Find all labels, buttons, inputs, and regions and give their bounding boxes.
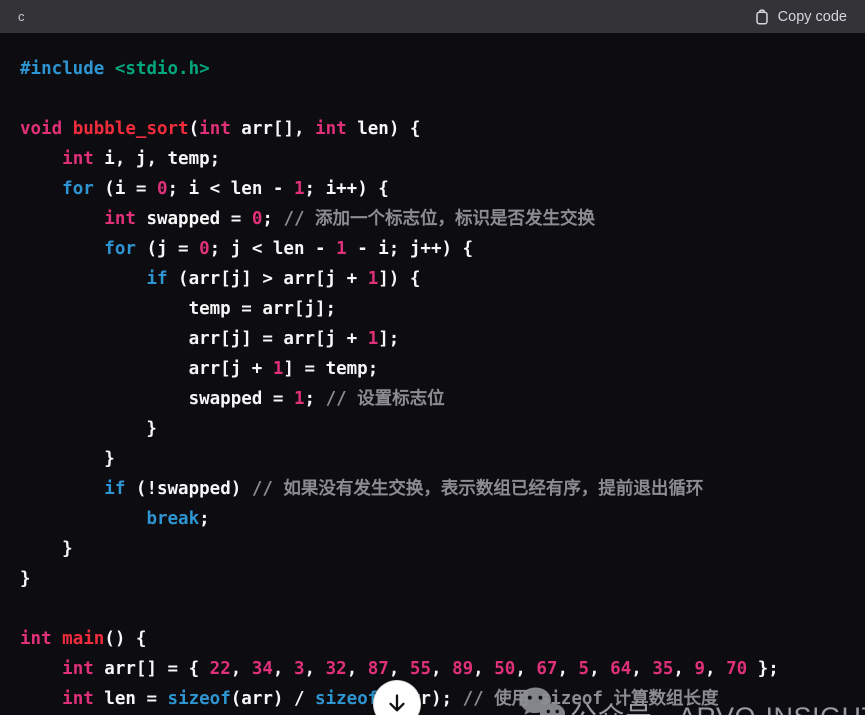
code-line: arr[j + 1] = temp; bbox=[20, 354, 845, 384]
copy-code-button[interactable]: Copy code bbox=[754, 8, 847, 25]
code-line: for (j = 0; j < len - 1 - i; j++) { bbox=[20, 234, 845, 264]
clipboard-icon bbox=[754, 8, 770, 25]
code-line: arr[j] = arr[j + 1]; bbox=[20, 324, 845, 354]
copy-code-label: Copy code bbox=[778, 9, 847, 25]
code-line: int len = sizeof(arr) / sizeof(*arr); //… bbox=[20, 684, 845, 714]
code-line: int main() { bbox=[20, 624, 845, 654]
arrow-down-icon bbox=[385, 691, 409, 715]
code-line: int i, j, temp; bbox=[20, 144, 845, 174]
code-line bbox=[20, 594, 845, 624]
code-line: #include <stdio.h> bbox=[20, 54, 845, 84]
code-line: swapped = 1; // 设置标志位 bbox=[20, 384, 845, 414]
code-content: #include <stdio.h> void bubble_sort(int … bbox=[0, 33, 865, 715]
code-line: int arr[] = { 22, 34, 3, 32, 87, 55, 89,… bbox=[20, 654, 845, 684]
code-line: if (!swapped) // 如果没有发生交换，表示数组已经有序，提前退出循… bbox=[20, 474, 845, 504]
code-header: c Copy code bbox=[0, 0, 865, 33]
code-line: } bbox=[20, 414, 845, 444]
code-area: 公众号 · ARVO-INSIGHT #include <stdio.h> vo… bbox=[0, 33, 865, 715]
code-line: break; bbox=[20, 504, 845, 534]
code-line: } bbox=[20, 564, 845, 594]
code-line: } bbox=[20, 534, 845, 564]
language-label: c bbox=[18, 9, 25, 24]
wechat-icon bbox=[519, 686, 565, 715]
code-line: } bbox=[20, 444, 845, 474]
code-line: temp = arr[j]; bbox=[20, 294, 845, 324]
code-block: c Copy code 公众号 · ARVO-INSIGHT #include … bbox=[0, 0, 865, 715]
code-line bbox=[20, 84, 845, 114]
code-line: for (i = 0; i < len - 1; i++) { bbox=[20, 174, 845, 204]
code-line: void bubble_sort(int arr[], int len) { bbox=[20, 114, 845, 144]
code-line: int swapped = 0; // 添加一个标志位，标识是否发生交换 bbox=[20, 204, 845, 234]
code-line: if (arr[j] > arr[j + 1]) { bbox=[20, 264, 845, 294]
